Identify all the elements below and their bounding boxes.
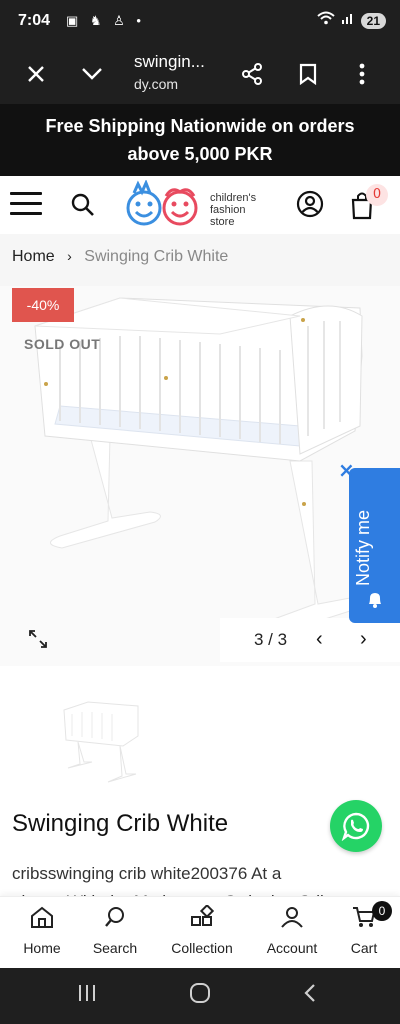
gallery-prev-button[interactable]: ‹ — [316, 628, 323, 651]
zoom-button[interactable] — [28, 629, 48, 653]
recent-apps-icon — [79, 985, 95, 1001]
notify-close-button[interactable]: × — [338, 458, 355, 482]
kids-faces-logo — [126, 179, 198, 226]
header-account-button[interactable] — [296, 190, 324, 222]
bookmark-icon — [299, 63, 317, 85]
menu-button[interactable] — [10, 192, 42, 218]
back-chevron-icon — [304, 984, 315, 1002]
bottom-navigation: Home Search Collection Account 0 Cart — [0, 896, 400, 968]
more-vert-icon — [359, 63, 365, 85]
home-circle-icon — [190, 983, 210, 1003]
hamburger-line — [10, 212, 42, 215]
bookmark-button[interactable] — [290, 56, 326, 92]
breadcrumb: Home › Swinging Crib White — [0, 234, 400, 286]
collapse-button[interactable] — [74, 56, 110, 92]
grid-icon — [191, 903, 215, 926]
breadcrumb-separator: › — [67, 248, 72, 264]
nav-cart[interactable]: 0 Cart — [324, 901, 400, 956]
logo-line: store — [210, 216, 235, 228]
bell-icon — [369, 593, 381, 608]
logo-line: children's — [210, 192, 257, 204]
notification-icons: ▣ ♞ ♙ • — [66, 13, 145, 28]
gallery-next-button[interactable]: › — [360, 628, 367, 651]
promo-line-2: above 5,000 PKR — [127, 144, 273, 164]
status-time: 7:04 — [18, 12, 51, 29]
nav-collection-label: Collection — [171, 940, 233, 956]
battery-indicator: 21 — [360, 12, 386, 29]
page-title: swingin... — [134, 52, 205, 71]
notify-me-button[interactable]: Notify me — [349, 468, 400, 623]
url-display[interactable]: swingin... dy.com — [134, 52, 205, 92]
browser-toolbar: swingin... dy.com — [0, 44, 400, 104]
crib-thumbnail-image — [63, 701, 139, 783]
system-navigation-bar — [0, 968, 400, 1024]
breadcrumb-home-link[interactable]: Home — [12, 248, 55, 265]
more-menu-button[interactable] — [344, 56, 380, 92]
nav-home[interactable]: Home — [2, 905, 82, 956]
logo-text: children's fashion store — [210, 192, 256, 228]
nav-collection[interactable]: Collection — [162, 903, 242, 956]
gallery-pager: 3 / 3 ‹ › — [220, 618, 400, 662]
share-icon — [242, 63, 262, 85]
store-logo[interactable]: children's fashion store — [124, 179, 284, 230]
discount-badge: -40% — [12, 288, 74, 322]
home-icon — [31, 906, 53, 928]
notify-me-label: Notify me — [353, 509, 373, 586]
home-system-button[interactable] — [188, 982, 212, 1008]
share-button[interactable] — [234, 56, 270, 92]
site-header: children's fashion store 0 — [0, 176, 400, 234]
nav-cart-badge: 0 — [372, 901, 392, 921]
search-icon — [71, 193, 94, 216]
nav-home-label: Home — [23, 940, 61, 956]
header-search-button[interactable] — [70, 192, 96, 222]
promo-line-1: Free Shipping Nationwide on orders — [45, 116, 355, 136]
nav-account-label: Account — [266, 940, 318, 956]
chevron-down-icon — [82, 68, 102, 80]
hamburger-line — [10, 202, 42, 205]
status-bar: 7:04 ▣ ♞ ♙ • 21 — [0, 0, 400, 44]
promo-banner: Free Shipping Nationwide on orders above… — [0, 104, 400, 176]
sold-out-badge: SOLD OUT — [24, 336, 101, 352]
product-title: Swinging Crib White — [12, 810, 229, 837]
signal-icon — [341, 11, 355, 30]
whatsapp-chat-button[interactable] — [330, 800, 382, 852]
nav-search-label: Search — [92, 940, 138, 956]
nav-account[interactable]: Account — [252, 905, 332, 956]
nav-search[interactable]: Search — [75, 905, 155, 956]
recent-apps-button[interactable] — [76, 982, 98, 1008]
hamburger-line — [10, 192, 42, 195]
gallery-page-indicator: 3 / 3 — [254, 630, 288, 649]
user-icon — [281, 907, 303, 928]
breadcrumb-current: Swinging Crib White — [84, 248, 229, 265]
close-tab-button[interactable] — [18, 56, 54, 92]
page-domain: dy.com — [134, 76, 179, 92]
nav-cart-label: Cart — [350, 940, 378, 956]
wifi-icon — [316, 11, 335, 30]
cart-count-badge: 0 — [366, 184, 388, 206]
user-icon — [296, 190, 324, 218]
close-icon — [28, 66, 44, 82]
search-icon — [105, 907, 124, 927]
logo-line: fashion — [210, 204, 246, 216]
description-line: cribsswinging crib white200376 At a — [12, 864, 282, 883]
whatsapp-icon — [341, 812, 370, 841]
back-button[interactable] — [300, 982, 320, 1008]
expand-icon — [29, 630, 47, 648]
status-right: 21 — [316, 11, 386, 30]
product-thumbnail[interactable] — [58, 696, 144, 786]
